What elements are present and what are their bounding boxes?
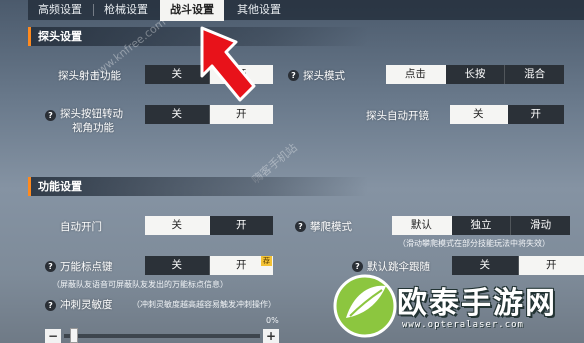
climb-mode-independent[interactable]: 独立 <box>452 216 512 235</box>
sprint-sensitivity-help-icon[interactable]: ? <box>45 300 56 311</box>
climb-mode-help-icon[interactable]: ? <box>295 221 306 232</box>
peek-button-turn-label-line2: 视角功能 <box>72 122 114 134</box>
sprint-sensitivity-value: 0% <box>266 316 279 325</box>
peek-auto-scope-label: 探头自动开镜 <box>366 110 429 122</box>
peek-mode-help-icon[interactable]: ? <box>288 70 299 81</box>
marker-key-label: 万能标点键 <box>60 261 113 273</box>
peek-button-turn-label-line1: 探头按钮转动 <box>60 108 123 120</box>
climb-mode-label: 攀爬模式 <box>310 221 352 233</box>
leaf-logo-icon <box>333 274 397 338</box>
peek-mode-tap[interactable]: 点击 <box>386 65 446 84</box>
tab-combat[interactable]: 战斗设置 <box>160 0 224 21</box>
auto-door-on[interactable]: 开 <box>210 216 274 235</box>
peek-mode-mixed[interactable]: 混合 <box>505 65 564 84</box>
peek-button-turn-on[interactable]: 开 <box>209 105 273 124</box>
sprint-sensitivity-track[interactable] <box>64 334 260 338</box>
climb-mode-hint: （滑动攀爬模式在部分技能玩法中将失效） <box>398 239 550 248</box>
peek-auto-scope-on[interactable]: 开 <box>508 105 565 124</box>
peek-mode-label: 探头模式 <box>303 70 345 82</box>
settings-tab-bar: 高频设置 枪械设置 战斗设置 其他设置 <box>28 0 584 21</box>
peek-button-turn-off[interactable]: 关 <box>145 105 210 124</box>
marker-key-toggle: 关 开 <box>145 256 273 275</box>
peek-button-turn-help-icon[interactable]: ? <box>45 110 56 121</box>
peek-button-turn-toggle: 关 开 <box>145 105 273 124</box>
climb-mode-default[interactable]: 默认 <box>392 216 452 235</box>
sprint-sensitivity-hint: （冲刺灵敏度越高越容易触发冲刺操作） <box>132 300 276 309</box>
peek-auto-scope-toggle: 关 开 <box>450 105 564 124</box>
marker-help-icon[interactable]: ? <box>45 261 56 272</box>
tab-weapon[interactable]: 枪械设置 <box>94 0 158 20</box>
sprint-sensitivity-minus-button[interactable]: − <box>45 329 61 343</box>
logo-url: www.opteralaser.com <box>402 320 524 330</box>
peek-mode-hold[interactable]: 长按 <box>446 65 506 84</box>
auto-door-off[interactable]: 关 <box>145 216 210 235</box>
marker-key-hint: （屏蔽队友语音可屏蔽队友发出的万能标点信息） <box>52 280 228 289</box>
marker-key-off[interactable]: 关 <box>145 256 210 275</box>
function-section-header: 功能设置 <box>28 177 368 196</box>
sprint-sensitivity-handle[interactable] <box>70 328 78 343</box>
climb-mode-selector: 默认 独立 滑动 <box>392 216 570 235</box>
sprint-sensitivity-label: 冲刺灵敏度 <box>60 299 113 311</box>
peek-mode-selector: 点击 长按 混合 <box>386 65 564 84</box>
climb-mode-swipe[interactable]: 滑动 <box>511 216 570 235</box>
tab-high-frequency[interactable]: 高频设置 <box>28 0 92 20</box>
tab-other[interactable]: 其他设置 <box>226 0 292 20</box>
auto-door-label: 自动开门 <box>60 221 102 233</box>
recommended-badge: 荐 <box>261 256 272 266</box>
auto-door-toggle: 关 开 <box>145 216 273 235</box>
red-arrow-icon <box>200 26 256 102</box>
sprint-sensitivity-plus-button[interactable]: + <box>263 329 279 343</box>
site-logo-overlay: 欧泰手游网 www.opteralaser.com <box>332 270 584 343</box>
peek-auto-scope-off[interactable]: 关 <box>450 105 508 124</box>
logo-title: 欧泰手游网 <box>397 286 557 321</box>
